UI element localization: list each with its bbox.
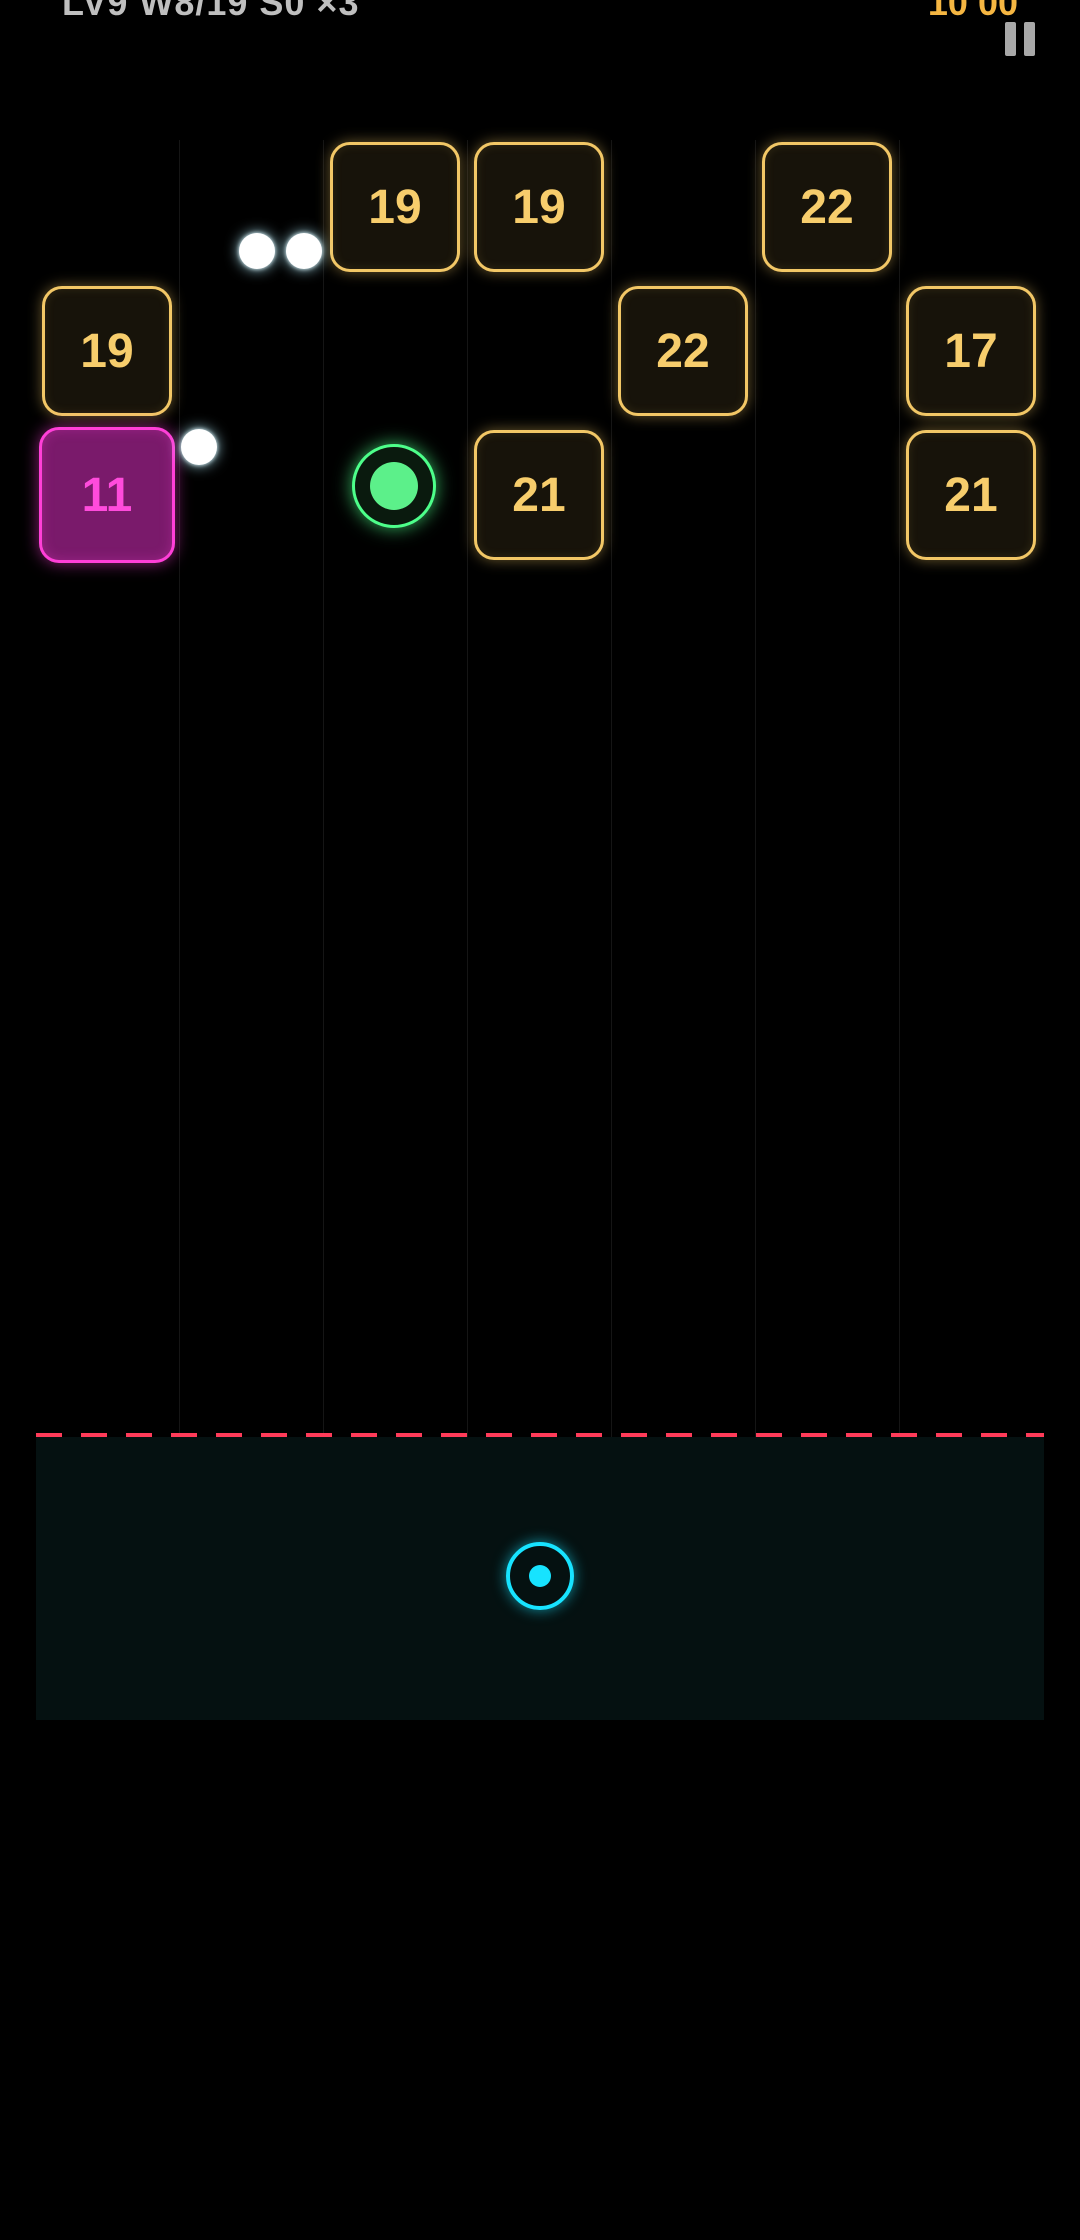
brick-block: 17 [906,286,1036,416]
ball-launcher[interactable] [506,1542,574,1610]
brick-block-special: 11 [39,427,175,563]
brick-block: 19 [474,142,604,272]
brick-block: 22 [618,286,748,416]
launcher-center-dot [529,1565,551,1587]
level-wave-status: LV9 W8/19 S0 ×3 [62,0,360,23]
pause-icon [1005,22,1016,56]
brick-block: 22 [762,142,892,272]
powerup-core [370,462,418,510]
brick-block: 19 [42,286,172,416]
extra-ball-powerup [352,444,436,528]
ball [181,429,217,465]
danger-line [36,1433,1044,1437]
pause-button[interactable] [1000,20,1040,60]
ball [239,233,275,269]
brick-block: 19 [330,142,460,272]
ball [286,233,322,269]
brick-block: 21 [906,430,1036,560]
brick-block: 21 [474,430,604,560]
